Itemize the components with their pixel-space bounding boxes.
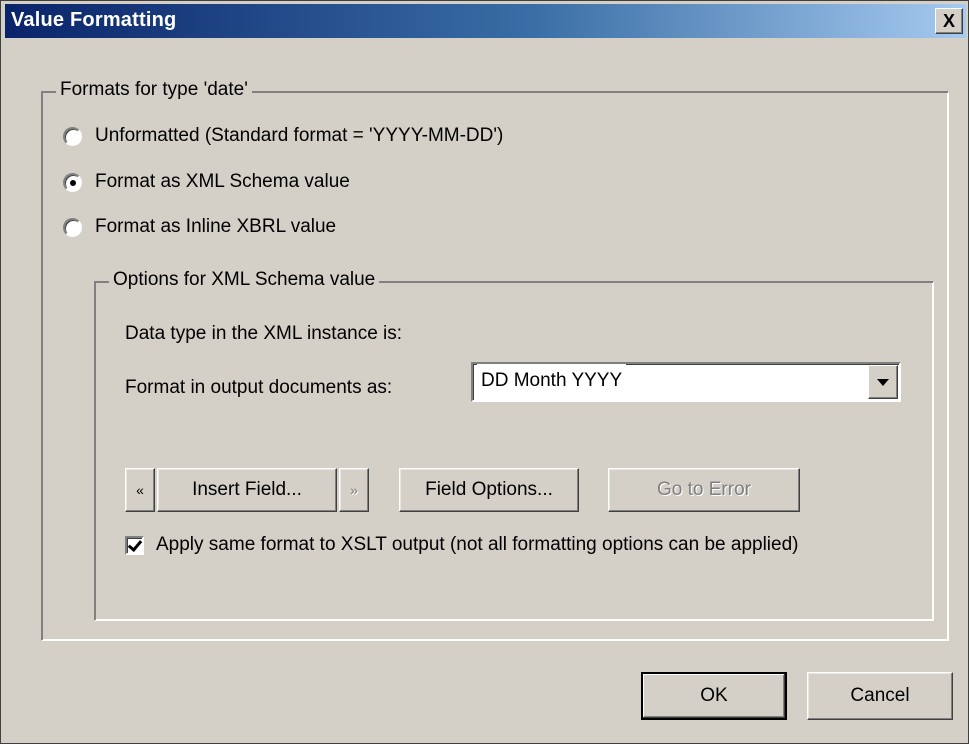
radio-xml-schema[interactable]: Format as XML Schema value (63, 171, 350, 193)
field-options-button[interactable]: Field Options... (399, 468, 579, 512)
previous-button[interactable]: « (125, 468, 155, 512)
formats-group-legend: Formats for type 'date' (56, 79, 252, 101)
next-button[interactable]: » (339, 468, 369, 512)
cancel-button-label: Cancel (850, 685, 910, 706)
ok-button[interactable]: OK (641, 672, 787, 720)
apply-xslt-label: Apply same format to XSLT output (not al… (156, 534, 799, 555)
value-formatting-dialog: Value Formatting X Formats for type 'dat… (0, 0, 969, 744)
format-output-select[interactable]: DD Month YYYY (471, 362, 901, 402)
radio-unformatted-label: Unformatted (Standard format = 'YYYY-MM-… (95, 125, 504, 146)
radio-unformatted[interactable]: Unformatted (Standard format = 'YYYY-MM-… (63, 125, 503, 147)
data-type-label: Data type in the XML instance is: (125, 323, 403, 344)
format-output-label: Format in output documents as: (125, 377, 393, 398)
previous-button-label: « (136, 482, 144, 498)
cancel-button[interactable]: Cancel (807, 672, 953, 720)
insert-field-button[interactable]: Insert Field... (157, 468, 337, 512)
field-options-label: Field Options... (425, 479, 553, 500)
radio-xml-schema-button[interactable] (63, 172, 82, 192)
next-button-label: » (350, 482, 358, 498)
apply-xslt-checkbox[interactable] (125, 535, 144, 555)
xml-schema-options-legend: Options for XML Schema value (109, 269, 380, 291)
close-icon: X (942, 11, 955, 31)
close-button[interactable]: X (935, 8, 963, 34)
radio-inline-xbrl[interactable]: Format as Inline XBRL value (63, 216, 336, 238)
insert-field-label: Insert Field... (192, 479, 302, 500)
format-output-select-value: DD Month YYYY (477, 364, 627, 398)
radio-inline-xbrl-label: Format as Inline XBRL value (95, 216, 337, 237)
window-title: Value Formatting (11, 9, 177, 31)
ok-button-label: OK (700, 685, 728, 706)
chevron-down-icon[interactable] (868, 365, 898, 399)
go-to-error-button[interactable]: Go to Error (608, 468, 800, 512)
apply-xslt-checkbox-row[interactable]: Apply same format to XSLT output (not al… (125, 534, 798, 556)
title-bar[interactable]: Value Formatting X (5, 4, 966, 38)
radio-xml-schema-label: Format as XML Schema value (95, 171, 350, 192)
go-to-error-label: Go to Error (657, 479, 751, 500)
radio-unformatted-button[interactable] (63, 126, 82, 146)
radio-inline-xbrl-button[interactable] (63, 217, 82, 237)
